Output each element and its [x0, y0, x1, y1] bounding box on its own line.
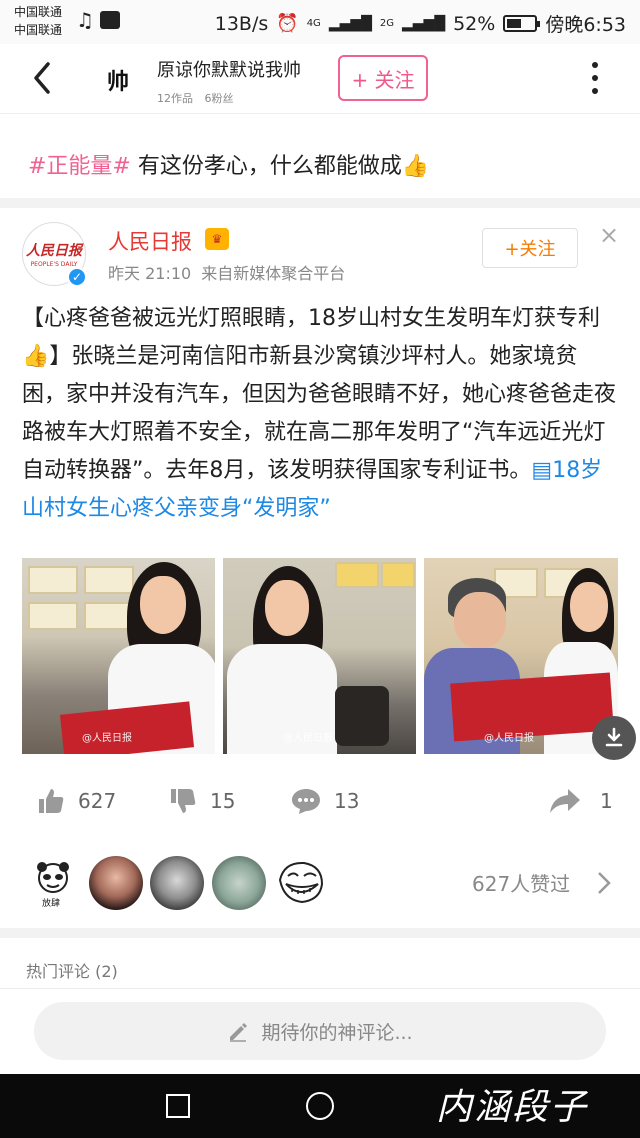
dislike-count: 15 [210, 789, 236, 813]
comment-count: 13 [334, 789, 360, 813]
like-button[interactable]: 627 [36, 783, 116, 819]
comment-input[interactable]: 期待你的神评论... [34, 1002, 606, 1060]
vip-crown-icon: ♛ [205, 228, 229, 250]
photo-1[interactable]: @人民日报 [22, 558, 215, 754]
alarm-icon: ⏰ [276, 13, 299, 34]
share-count: 1 [600, 789, 613, 813]
verified-badge-icon: ✓ [67, 267, 87, 287]
chevron-right-icon[interactable] [596, 870, 612, 896]
author-name[interactable]: 原谅你默默说我帅 [157, 56, 301, 82]
photo-watermark-2: @人民日报 [283, 733, 333, 744]
battery-icon [503, 15, 541, 32]
post-time: 昨天 21:10 [108, 264, 192, 283]
app-screen: 中国联通 中国联通 ♫ 13B/s ⏰ 4G ▂▄▆█ 2G ▂▄▆█ 52% … [0, 0, 640, 1138]
share-arrow-icon [550, 789, 580, 813]
liker-avatar-4[interactable] [212, 856, 266, 910]
dislike-button[interactable]: 15 [168, 783, 235, 819]
more-options-icon[interactable] [590, 62, 600, 94]
works-count: 12作品 [157, 92, 193, 105]
source-logo-subtext: PEOPLE'S DAILY [30, 261, 78, 268]
hashtag-link[interactable]: #正能量# [28, 154, 131, 179]
source-name[interactable]: 人民日报 [108, 226, 192, 256]
source-meta: 昨天 21:10 来自新媒体聚合平台 [108, 260, 345, 284]
photo-3[interactable]: @人民日报 [424, 558, 618, 754]
carrier-label-2: 中国联通 [14, 23, 63, 37]
fans-count: 6粉丝 [204, 92, 234, 105]
net-speed: 13B/s [214, 12, 269, 35]
photo-2[interactable]: @人民日报 [223, 558, 416, 754]
source-logo-text: 人民日报 [26, 243, 82, 259]
divider [0, 988, 640, 989]
app-watermark: 内涵段子 [436, 1087, 589, 1128]
section-separator [0, 928, 640, 938]
liker-avatar-1[interactable]: 放肆 [26, 856, 80, 910]
post-body: 【心疼爸爸被远光灯照眼睛，18岁山村女生发明车灯获专利👍】张晓兰是河南信阳市新县… [22, 300, 620, 528]
signal-icon-1: ▂▄▆█ [328, 15, 372, 32]
app-notification-icon [100, 11, 120, 29]
home-button[interactable] [306, 1092, 334, 1120]
like-count: 627 [78, 789, 117, 813]
liker-avatar-5[interactable] [274, 856, 328, 910]
carrier-label-1: 中国联通 [14, 5, 63, 19]
music-icon: ♫ [76, 8, 94, 32]
post-via: 来自新媒体聚合平台 [201, 264, 346, 283]
pencil-icon [230, 1023, 248, 1042]
close-icon[interactable]: × [598, 223, 620, 247]
clock: 傍晚6:53 [545, 14, 626, 36]
photo-watermark-1: @人民日报 [82, 733, 132, 744]
download-icon [605, 727, 623, 747]
net-type-2: 2G [379, 18, 395, 29]
post-body-text: 【心疼爸爸被远光灯照眼睛，18岁山村女生发明车灯获专利👍】张晓兰是河南信阳市新县… [22, 306, 617, 483]
author-avatar[interactable]: 帅 [92, 54, 144, 106]
likes-summary[interactable]: 627人赞过 [472, 868, 570, 897]
battery-percent: 52% [453, 12, 496, 35]
back-arrow-icon[interactable] [28, 60, 58, 96]
trollface-icon [278, 861, 324, 904]
signal-icon-2: ▂▄▆█ [402, 15, 446, 32]
thumbs-down-icon [171, 789, 196, 813]
thumbs-up-icon [39, 789, 64, 813]
liker-avatar-2[interactable] [89, 856, 143, 910]
liker-caption: 放肆 [42, 899, 61, 909]
recents-button[interactable] [166, 1094, 190, 1118]
download-button[interactable] [592, 716, 636, 760]
share-button[interactable]: 1 [548, 783, 613, 819]
hot-comments-title: 热门评论 (2) [26, 962, 118, 981]
net-type-1: 4G [306, 18, 321, 29]
photo-watermark-3: @人民日报 [484, 733, 534, 744]
comment-button[interactable]: 13 [290, 783, 359, 819]
post-text: #正能量# 有这份孝心，什么都能做成👍 [28, 148, 429, 180]
comment-icon [292, 789, 320, 814]
follow-source-button[interactable]: +关注 [482, 228, 578, 268]
post-caption: 有这份孝心，什么都能做成👍 [130, 154, 430, 179]
comment-placeholder: 期待你的神评论... [261, 1021, 413, 1044]
status-right: 13B/s ⏰ 4G ▂▄▆█ 2G ▂▄▆█ 52% 傍晚6:53 [215, 10, 626, 37]
author-stats: 12作品 6粉丝 [157, 90, 234, 106]
liker-avatar-3[interactable] [150, 856, 204, 910]
follow-author-button[interactable]: + 关注 [338, 55, 428, 101]
